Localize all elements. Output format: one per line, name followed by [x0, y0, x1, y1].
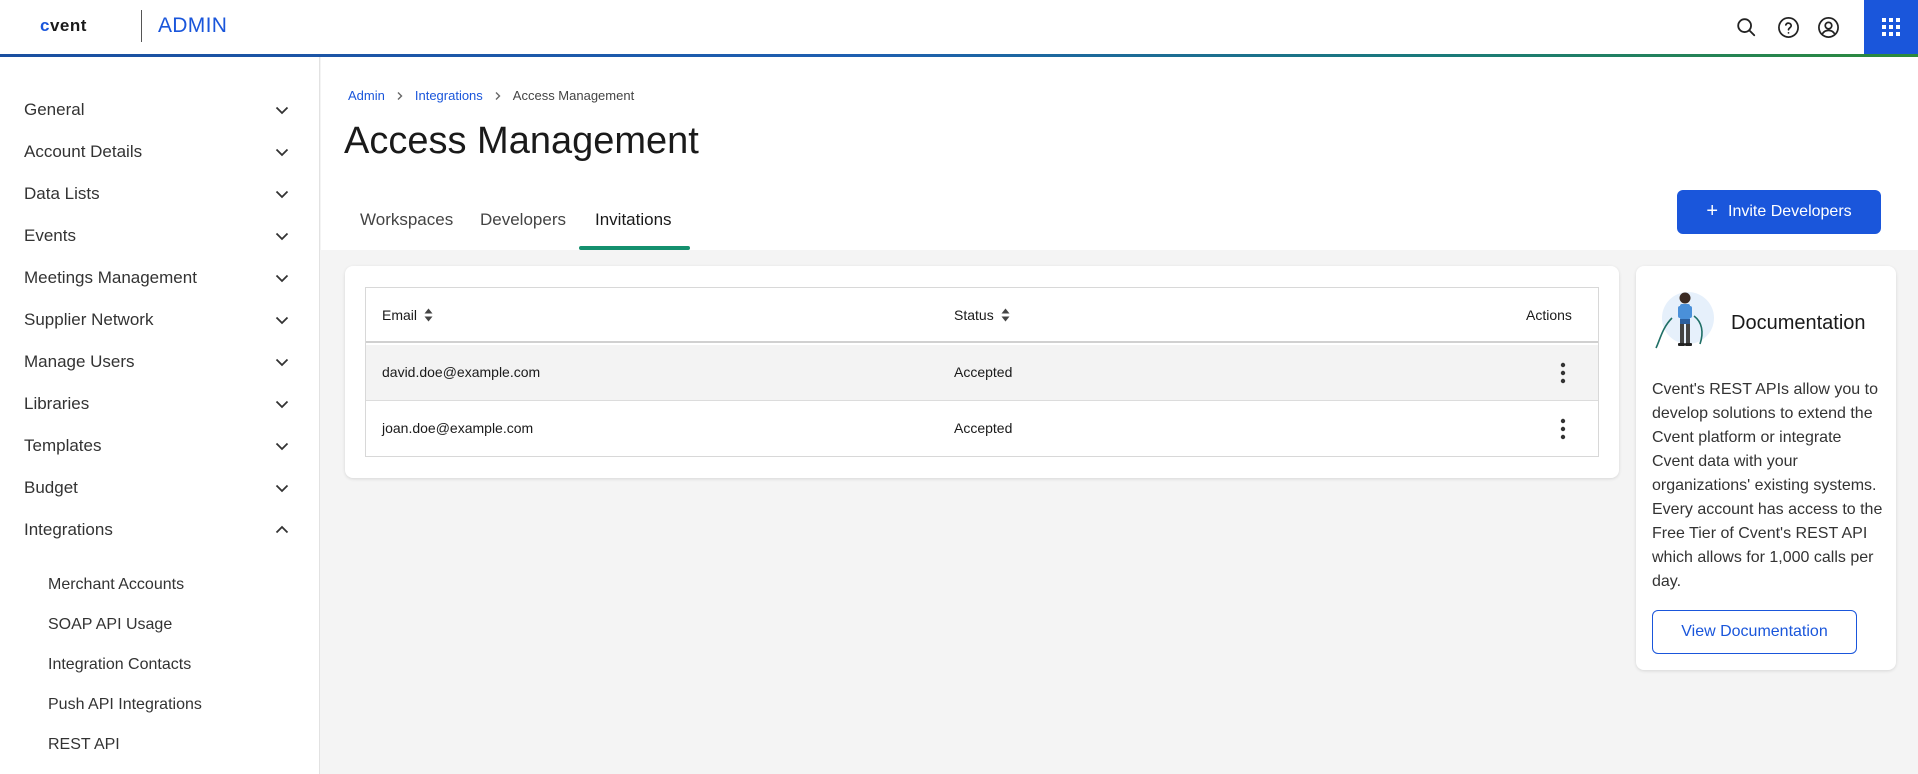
breadcrumb-integrations[interactable]: Integrations [415, 88, 483, 103]
cvent-logo[interactable]: cvent [40, 16, 87, 36]
sidebar-item-budget[interactable]: Budget [0, 467, 320, 509]
breadcrumb: Admin Integrations Access Management [348, 88, 634, 103]
chevron-down-icon [275, 232, 289, 241]
sidebar-subitem-rest-api[interactable]: REST API [48, 736, 120, 754]
logo-divider [141, 10, 142, 42]
sidebar-subitem-merchant-accounts[interactable]: Merchant Accounts [48, 576, 184, 594]
invitations-card: Email Status Actions david.doe@example.c… [345, 266, 1619, 478]
chevron-down-icon [275, 316, 289, 325]
chevron-down-icon [275, 106, 289, 115]
apps-grid-button[interactable] [1864, 0, 1918, 54]
sidebar-item-label: Integrations [24, 520, 113, 539]
documentation-title: Documentation [1731, 312, 1866, 334]
tab-invitations[interactable]: Invitations [595, 210, 672, 230]
developer-illustration-icon [1655, 292, 1714, 349]
sidebar-item-manage-users[interactable]: Manage Users [0, 341, 320, 383]
top-header: cvent ADMIN [0, 0, 1918, 54]
sidebar-subitem-soap-api-usage[interactable]: SOAP API Usage [48, 616, 172, 634]
sidebar-item-label: Budget [24, 478, 78, 497]
page-title: Access Management [344, 120, 699, 162]
sidebar-item-supplier-network[interactable]: Supplier Network [0, 299, 320, 341]
sidebar-subitem-integration-contacts[interactable]: Integration Contacts [48, 656, 191, 674]
chevron-down-icon [275, 148, 289, 157]
breadcrumb-admin[interactable]: Admin [348, 88, 385, 103]
plus-icon: + [1706, 199, 1719, 222]
active-tab-indicator [579, 246, 690, 250]
help-icon[interactable] [1775, 14, 1801, 40]
column-header-label: Status [954, 307, 994, 323]
sidebar-item-integrations[interactable]: Integrations [0, 509, 320, 551]
account-icon[interactable] [1815, 14, 1841, 40]
sidebar-item-meetings-management[interactable]: Meetings Management [0, 257, 320, 299]
sidebar-item-label: Manage Users [24, 352, 135, 371]
table-header: Email Status Actions [366, 288, 1598, 343]
sidebar-item-label: Libraries [24, 394, 90, 413]
sidebar-item-label: Meetings Management [24, 268, 197, 287]
documentation-card: Documentation Cvent's REST APIs allow yo… [1636, 266, 1896, 670]
search-icon[interactable] [1733, 14, 1759, 40]
chevron-down-icon [275, 484, 289, 493]
invite-developers-label: Invite Developers [1728, 203, 1852, 220]
view-documentation-button[interactable]: View Documentation [1652, 610, 1857, 654]
sidebar-item-templates[interactable]: Templates [0, 425, 320, 467]
chevron-down-icon [275, 274, 289, 283]
row-status: Accepted [954, 364, 1013, 380]
sidebar-subitem-push-api-integrations[interactable]: Push API Integrations [48, 696, 202, 714]
tab-developers[interactable]: Developers [480, 210, 566, 230]
sort-icon [424, 308, 433, 322]
chevron-down-icon [275, 400, 289, 409]
apps-grid-icon [1882, 18, 1900, 36]
row-actions-kebab-icon[interactable] [1551, 415, 1575, 443]
row-email: joan.doe@example.com [382, 420, 534, 436]
logo-text: vent [49, 16, 87, 35]
table-row: david.doe@example.com Accepted [366, 345, 1598, 401]
row-status: Accepted [954, 420, 1013, 436]
row-actions-kebab-icon[interactable] [1551, 359, 1575, 387]
chevron-down-icon [275, 442, 289, 451]
sidebar-item-libraries[interactable]: Libraries [0, 383, 320, 425]
sidebar-item-account-details[interactable]: Account Details [0, 131, 320, 173]
sidebar-item-label: Data Lists [24, 184, 100, 203]
table-row: joan.doe@example.com Accepted [366, 401, 1598, 457]
sort-icon [1001, 308, 1010, 322]
sidebar-item-label: Account Details [24, 142, 143, 161]
chevron-up-icon [275, 525, 289, 534]
sidebar-item-events[interactable]: Events [0, 215, 320, 257]
tab-workspaces[interactable]: Workspaces [360, 210, 453, 230]
chevron-right-icon [395, 91, 405, 101]
sidebar-item-label: Events [24, 226, 76, 245]
sidebar-nav: General Account Details Data Lists Event… [0, 57, 320, 774]
sidebar-item-label: Supplier Network [24, 310, 154, 329]
sidebar-item-label: General [24, 100, 85, 119]
invite-developers-button[interactable]: + Invite Developers [1677, 190, 1881, 234]
app-name: ADMIN [158, 14, 228, 37]
chevron-right-icon [493, 91, 503, 101]
chevron-down-icon [275, 358, 289, 367]
breadcrumb-current: Access Management [512, 88, 635, 103]
chevron-down-icon [275, 190, 289, 199]
row-email: david.doe@example.com [382, 364, 541, 380]
documentation-description: Cvent's REST APIs allow you to develop s… [1652, 381, 1883, 590]
column-header-status[interactable]: Status [954, 307, 1010, 323]
sidebar-item-label: Templates [24, 436, 102, 455]
sidebar-item-general[interactable]: General [0, 89, 320, 131]
column-header-actions: Actions [1526, 307, 1572, 323]
column-header-email[interactable]: Email [382, 307, 433, 323]
column-header-label: Email [382, 307, 418, 323]
invitations-table: Email Status Actions david.doe@example.c… [365, 287, 1599, 457]
sidebar-item-data-lists[interactable]: Data Lists [0, 173, 320, 215]
